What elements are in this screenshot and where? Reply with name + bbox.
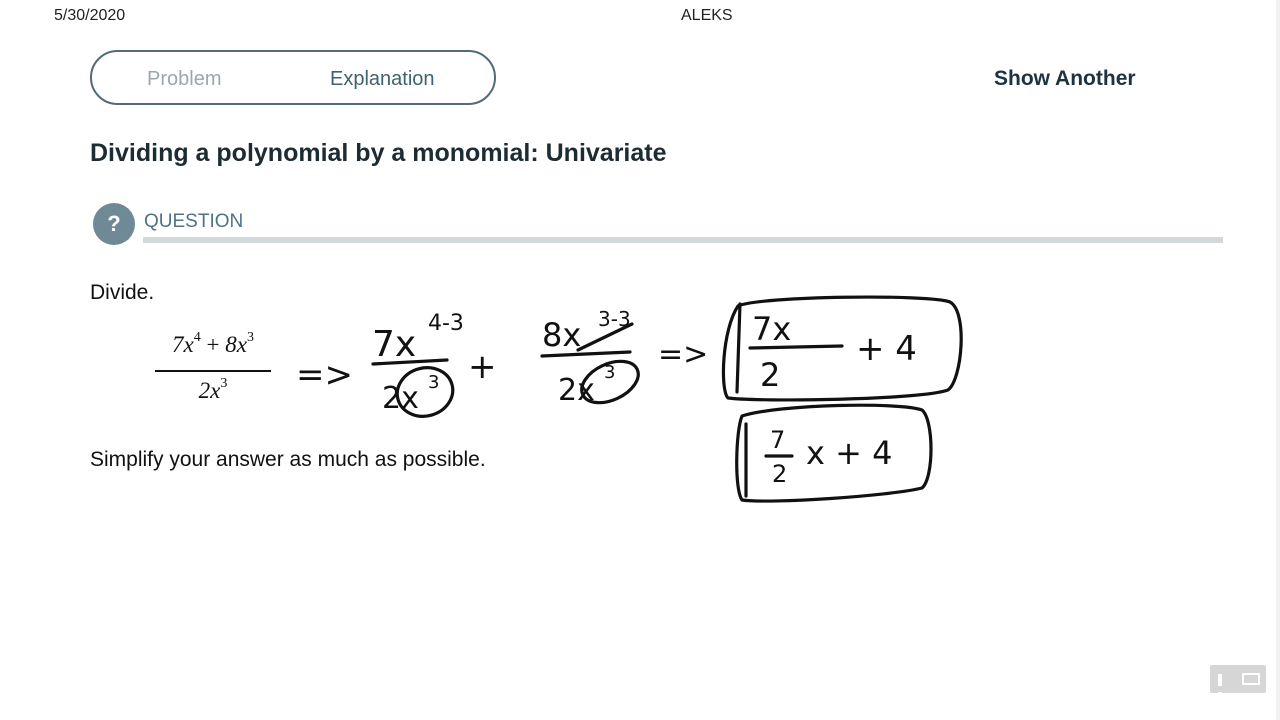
ink-answer2-rest: x + 4 xyxy=(806,434,892,472)
ink-answer1-denominator: 2 xyxy=(760,356,780,394)
video-controls[interactable] xyxy=(1210,665,1266,704)
ink-step1-numerator: 7x xyxy=(372,324,416,365)
ink-arrow-2: => xyxy=(658,337,708,372)
ink-step1-exponent: 4-3 xyxy=(428,311,464,336)
screen-icon[interactable] xyxy=(1242,673,1260,685)
ink-answer2-numerator: 7 xyxy=(770,426,785,454)
ink-step2-numerator: 8x xyxy=(542,316,581,354)
ink-arrow-1: => xyxy=(296,355,353,395)
ink-plus: + xyxy=(468,347,497,387)
ink-answer1-fraction-bar xyxy=(748,344,844,350)
scrollbar[interactable] xyxy=(1276,0,1280,720)
ink-answer2-denominator: 2 xyxy=(772,460,787,488)
ink-step1-den-exponent: 3 xyxy=(428,372,439,393)
ink-answer1-rest: + 4 xyxy=(856,329,917,369)
ink-step2-denominator: 2x xyxy=(558,373,595,408)
ink-step1-denominator: 2x xyxy=(382,381,419,416)
handwritten-annotations: => 7x 4-3 2x 3 + 8x 3-3 2x 3 => 7x 2 + 4… xyxy=(296,295,963,503)
pause-icon[interactable] xyxy=(1218,673,1230,704)
ink-answer1-numerator: 7x xyxy=(752,310,791,348)
ink-answer1-leftmark xyxy=(735,302,742,394)
